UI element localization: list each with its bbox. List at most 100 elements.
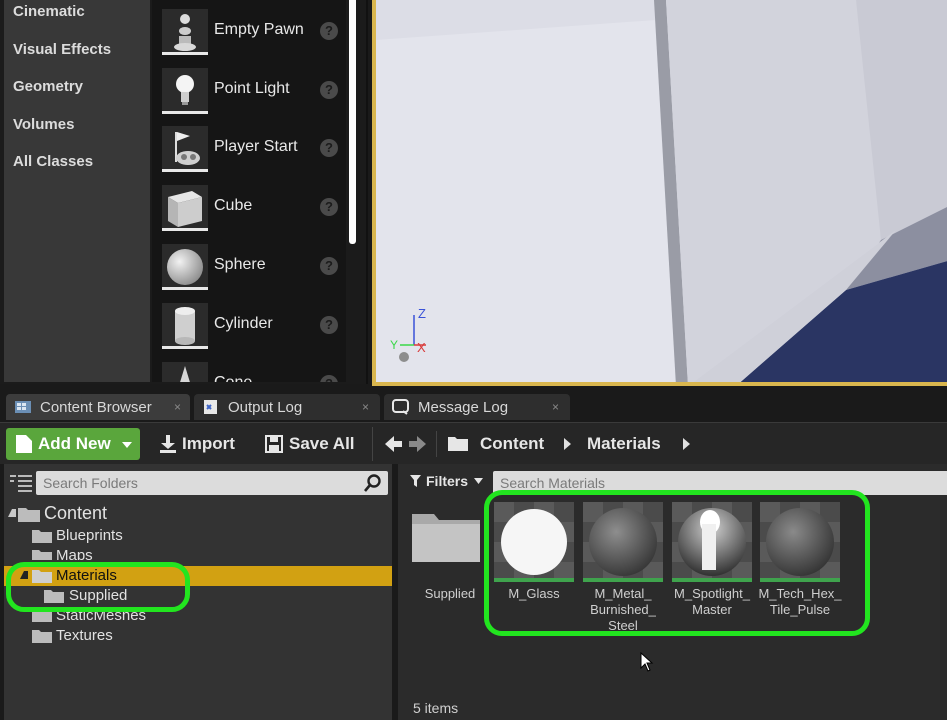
breadcrumb-content[interactable]: Content bbox=[480, 434, 544, 454]
tree-row-blueprints[interactable]: Blueprints bbox=[4, 526, 392, 546]
folder-icon bbox=[18, 508, 40, 522]
breadcrumb-arrow-icon[interactable] bbox=[683, 438, 690, 450]
cylinder-icon bbox=[162, 303, 208, 349]
folder-open-icon bbox=[32, 570, 52, 583]
tree-row-supplied[interactable]: Supplied bbox=[4, 586, 392, 606]
actor-label: Sphere bbox=[214, 256, 266, 273]
tab-label: Message Log bbox=[418, 399, 509, 416]
close-icon[interactable]: × bbox=[552, 400, 559, 414]
folder-icon bbox=[32, 630, 52, 643]
back-arrow-icon[interactable] bbox=[385, 435, 403, 453]
category-all-classes[interactable]: All Classes bbox=[13, 153, 93, 170]
lightbulb-icon bbox=[162, 68, 208, 114]
breadcrumb-materials[interactable]: Materials bbox=[587, 434, 661, 454]
mouse-cursor-icon bbox=[640, 652, 654, 672]
help-icon[interactable]: ? bbox=[320, 198, 338, 216]
tree-row-maps[interactable]: Maps bbox=[4, 546, 392, 560]
help-icon[interactable]: ? bbox=[320, 316, 338, 334]
filter-icon bbox=[410, 475, 421, 487]
add-new-button[interactable]: Add New bbox=[6, 428, 140, 460]
forward-arrow-icon[interactable] bbox=[409, 435, 427, 453]
help-icon[interactable]: ? bbox=[320, 81, 338, 99]
help-icon[interactable]: ? bbox=[320, 375, 338, 382]
save-icon bbox=[265, 435, 283, 453]
actor-item-cone[interactable]: Cone ? bbox=[152, 361, 346, 382]
axis-z-label: Z bbox=[418, 306, 426, 321]
tree-row-content[interactable]: Content bbox=[4, 503, 392, 524]
asset-label: M_Metal_ Burnished_ Steel bbox=[590, 586, 656, 633]
save-all-label: Save All bbox=[289, 434, 355, 453]
asset-tile-m-tech-hex-tile-pulse[interactable]: M_Tech_Hex_ Tile_Pulse bbox=[758, 502, 842, 617]
actor-list-scrollbar[interactable] bbox=[349, 0, 356, 244]
help-icon[interactable]: ? bbox=[320, 22, 338, 40]
material-tech-hex-thumbnail bbox=[760, 502, 840, 582]
tree-row-staticmeshes[interactable]: StaticMeshes bbox=[4, 610, 392, 622]
category-geometry[interactable]: Geometry bbox=[13, 78, 83, 95]
expand-arrow-icon[interactable] bbox=[8, 509, 16, 517]
axis-x-label: X bbox=[417, 340, 426, 355]
tab-message-log[interactable]: Message Log × bbox=[384, 394, 570, 420]
material-metal-thumbnail bbox=[583, 502, 663, 582]
search-icon[interactable] bbox=[364, 474, 382, 492]
tree-label: Content bbox=[44, 503, 108, 523]
save-all-button[interactable]: Save All bbox=[263, 428, 363, 460]
tab-content-browser[interactable]: Content Browser × bbox=[6, 394, 190, 420]
actor-label: Cylinder bbox=[214, 315, 273, 332]
player-start-icon bbox=[162, 126, 208, 172]
tab-output-log[interactable]: Output Log × bbox=[194, 394, 380, 420]
category-cinematic[interactable]: Cinematic bbox=[13, 3, 85, 20]
pawn-icon bbox=[162, 9, 208, 55]
folder-open-icon bbox=[448, 437, 468, 451]
asset-tile-supplied-folder[interactable]: Supplied bbox=[410, 502, 490, 601]
import-icon bbox=[160, 435, 176, 453]
cone-icon bbox=[162, 362, 208, 382]
folder-icon bbox=[44, 590, 64, 603]
category-visual-effects[interactable]: Visual Effects bbox=[13, 41, 111, 58]
breadcrumb-arrow-icon[interactable] bbox=[564, 438, 571, 450]
tab-bar: Content Browser × Output Log × Message L… bbox=[0, 392, 947, 422]
sources-panel-toggle-icon[interactable] bbox=[10, 475, 32, 493]
chevron-down-icon bbox=[122, 442, 132, 448]
close-icon[interactable]: × bbox=[362, 400, 369, 414]
close-icon[interactable]: × bbox=[174, 400, 181, 414]
folder-search-input[interactable]: Search Folders bbox=[36, 471, 388, 495]
category-volumes[interactable]: Volumes bbox=[13, 116, 74, 133]
tree-label: StaticMeshes bbox=[56, 610, 147, 622]
actor-item-cylinder[interactable]: Cylinder ? bbox=[152, 302, 346, 360]
tree-label: Maps bbox=[56, 547, 93, 560]
item-count: 5 items bbox=[413, 700, 459, 716]
category-list: Cinematic Visual Effects Geometry Volume… bbox=[4, 0, 150, 382]
actor-item-player-start[interactable]: Player Start ? bbox=[152, 125, 346, 183]
folder-tree-panel: Search Folders Content Blueprints Maps M… bbox=[4, 464, 392, 720]
expand-arrow-icon[interactable] bbox=[20, 571, 28, 579]
toolbar-divider bbox=[436, 431, 437, 457]
tree-row-materials[interactable]: Materials bbox=[4, 566, 392, 586]
asset-tile-m-spotlight-master[interactable]: M_Spotlight_ Master bbox=[672, 502, 752, 617]
folder-icon bbox=[32, 550, 52, 560]
actor-label: Point Light bbox=[214, 80, 290, 97]
viewport-scene bbox=[376, 0, 947, 382]
actor-item-empty-pawn[interactable]: Empty Pawn ? bbox=[152, 8, 346, 66]
actor-item-cube[interactable]: Cube ? bbox=[152, 184, 346, 242]
message-log-icon bbox=[392, 399, 409, 415]
level-viewport[interactable]: Z Y X bbox=[372, 0, 947, 386]
asset-view-panel: Filters Search Materials Supplied M_Glas… bbox=[398, 464, 947, 720]
asset-tile-m-metal-burnished-steel[interactable]: M_Metal_ Burnished_ Steel bbox=[583, 502, 663, 633]
tree-row-textures[interactable]: Textures bbox=[4, 626, 392, 646]
import-button[interactable]: Import bbox=[156, 428, 240, 460]
actor-label: Cube bbox=[214, 197, 253, 214]
new-file-icon bbox=[16, 435, 32, 453]
tree-label: Textures bbox=[56, 627, 113, 644]
actor-label: Cone bbox=[214, 374, 252, 382]
unreal-editor-window: Cinematic Visual Effects Geometry Volume… bbox=[0, 0, 947, 720]
output-log-icon bbox=[204, 400, 217, 414]
help-icon[interactable]: ? bbox=[320, 139, 338, 157]
add-new-label: Add New bbox=[38, 434, 111, 453]
actor-item-sphere[interactable]: Sphere ? bbox=[152, 243, 346, 301]
asset-search-input[interactable]: Search Materials bbox=[493, 471, 947, 495]
asset-label: M_Glass bbox=[508, 586, 560, 601]
actor-label: Empty Pawn bbox=[214, 21, 304, 38]
asset-tile-m-glass[interactable]: M_Glass bbox=[494, 502, 574, 601]
actor-item-point-light[interactable]: Point Light ? bbox=[152, 67, 346, 125]
help-icon[interactable]: ? bbox=[320, 257, 338, 275]
